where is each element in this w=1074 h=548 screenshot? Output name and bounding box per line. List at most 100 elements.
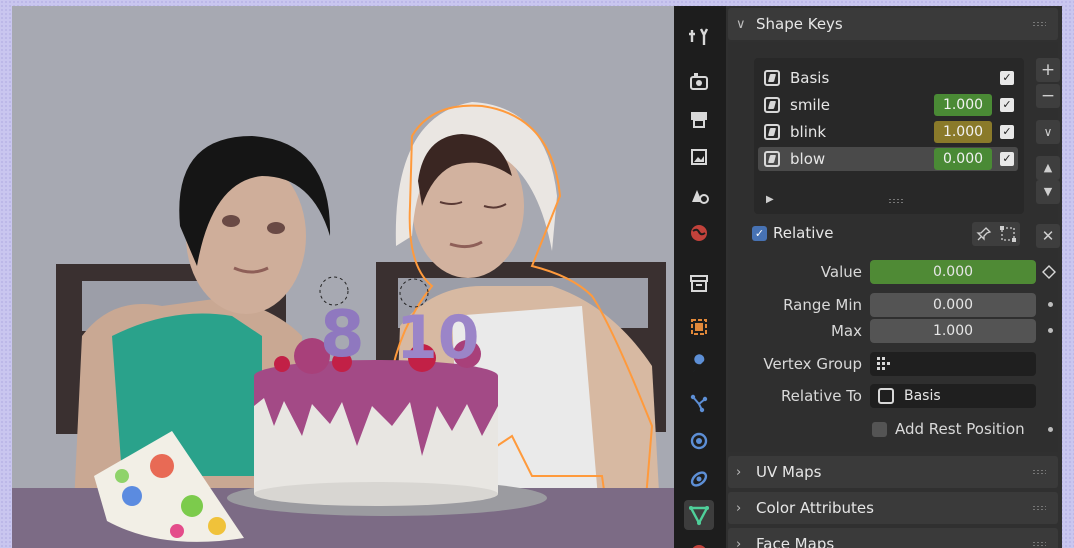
add-shape-key-button[interactable]: + [1036, 58, 1060, 82]
face-maps-header[interactable]: › Face Maps [728, 528, 1058, 548]
wrench-icon [693, 354, 705, 372]
viewport-render: 8 10 [12, 6, 674, 548]
relative-checkbox[interactable]: ✓ [752, 225, 767, 241]
shape-key-icon [878, 388, 894, 404]
chevron-right-icon: › [736, 500, 742, 516]
drag-grip-icon[interactable] [1032, 469, 1046, 475]
relative-toggle[interactable]: ✓ Relative [752, 224, 834, 242]
add-rest-position-checkbox[interactable] [872, 421, 887, 437]
collection-icon [690, 275, 708, 292]
uv-maps-title: UV Maps [756, 463, 822, 481]
render-icon [690, 73, 708, 90]
particles-tab[interactable] [684, 388, 714, 418]
relative-label: Relative [773, 224, 834, 242]
physics-icon [690, 432, 708, 450]
relative-to-field[interactable]: Basis [870, 384, 1036, 408]
modifier-tab[interactable] [684, 350, 714, 380]
clear-shape-key-button[interactable]: ✕ [1036, 224, 1060, 248]
output-tab[interactable] [684, 104, 714, 134]
shape-key-value[interactable]: 1.000 [934, 94, 992, 116]
shape-key-mute-checkbox[interactable]: ✓ [1000, 125, 1014, 139]
material-tab[interactable] [684, 538, 714, 548]
edit-mode-toggles [972, 222, 1020, 246]
material-icon [692, 545, 706, 548]
drag-grip-icon[interactable] [1032, 541, 1046, 547]
scene-icon [692, 190, 709, 204]
shape-key-row[interactable]: smile 1.000 ✓ [758, 93, 1018, 117]
shape-key-row-active[interactable]: blow 0.000 ✓ [758, 147, 1018, 171]
shape-key-icon [764, 151, 780, 167]
color-attributes-title: Color Attributes [756, 499, 874, 517]
value-field[interactable]: 0.000 [870, 260, 1036, 284]
color-attributes-header[interactable]: › Color Attributes [728, 492, 1058, 524]
animate-dot-icon[interactable] [1048, 302, 1053, 307]
shape-key-list[interactable]: Basis ✓ smile 1.000 ✓ blink 1.000 ✓ blow… [754, 58, 1024, 214]
value-label: Value [820, 263, 862, 281]
max-field[interactable]: 1.000 [870, 319, 1036, 343]
data-tab[interactable] [684, 500, 714, 530]
physics-tab[interactable] [684, 426, 714, 456]
collection-tab[interactable] [684, 268, 714, 298]
3d-viewport[interactable]: 8 10 [12, 6, 674, 548]
constraints-tab[interactable] [684, 464, 714, 494]
object-tab[interactable] [684, 312, 714, 342]
edit-mode-icon[interactable] [999, 225, 1017, 243]
remove-shape-key-button[interactable]: − [1036, 84, 1060, 108]
animate-dot-icon[interactable] [1048, 427, 1053, 432]
move-down-button[interactable]: ▼ [1036, 180, 1060, 204]
pin-icon[interactable] [975, 226, 992, 242]
shape-key-row[interactable]: Basis ✓ [758, 66, 1018, 90]
range-min-field[interactable]: 0.000 [870, 293, 1036, 317]
keyframe-diamond-icon[interactable] [1042, 265, 1056, 279]
girl-left-top [112, 313, 262, 476]
cake-number-8: 8 [320, 298, 365, 372]
drag-grip-icon[interactable] [1032, 505, 1046, 511]
render-tab[interactable] [684, 66, 714, 96]
relative-to-value: Basis [904, 388, 941, 404]
list-resize-grip[interactable] [888, 198, 904, 204]
output-icon [691, 112, 707, 128]
object-icon [691, 319, 707, 335]
shape-key-icon [764, 97, 780, 113]
properties-panel: ∨ Shape Keys Basis ✓ smile 1.000 ✓ blink… [726, 6, 1062, 548]
constraint-icon [690, 471, 708, 487]
shape-key-row[interactable]: blink 1.000 ✓ [758, 120, 1018, 144]
max-label: Max [830, 322, 862, 340]
shape-key-name: Basis [790, 69, 830, 87]
cake-number-10: 10 [396, 303, 480, 373]
specials-menu-button[interactable]: ∨ [1036, 120, 1060, 144]
particles-icon [690, 394, 708, 413]
tool-tab[interactable] [684, 22, 714, 52]
properties-tabs [674, 6, 726, 548]
tool-icon [689, 28, 709, 45]
uv-maps-header[interactable]: › UV Maps [728, 456, 1058, 488]
scene-tab[interactable] [684, 180, 714, 210]
chevron-right-icon: › [736, 464, 742, 480]
add-rest-position-label: Add Rest Position [895, 420, 1025, 438]
world-tab[interactable] [684, 218, 714, 248]
view-layer-icon [691, 149, 707, 165]
chevron-right-icon: › [736, 536, 742, 548]
add-rest-position-toggle[interactable]: Add Rest Position [872, 420, 1025, 438]
shape-key-mute-checkbox[interactable]: ✓ [1000, 71, 1014, 85]
drag-grip-icon[interactable] [1032, 21, 1046, 27]
vertex-group-label: Vertex Group [763, 355, 862, 373]
animate-dot-icon[interactable] [1048, 328, 1053, 333]
shape-key-icon [764, 70, 780, 86]
world-icon [691, 225, 707, 241]
blender-window: 8 10 ∨ Shape Keys Basis ✓ smile 1.000 ✓ … [12, 6, 1062, 548]
shape-key-value[interactable]: 0.000 [934, 148, 992, 170]
chevron-down-icon: ∨ [736, 16, 746, 32]
shape-key-mute-checkbox[interactable]: ✓ [1000, 98, 1014, 112]
mesh-data-icon [689, 506, 709, 526]
shape-key-mute-checkbox[interactable]: ✓ [1000, 152, 1014, 166]
shape-keys-header[interactable]: ∨ Shape Keys [728, 8, 1058, 40]
view-layer-tab[interactable] [684, 142, 714, 172]
shape-key-value[interactable]: 1.000 [934, 121, 992, 143]
vertex-group-icon [877, 357, 890, 370]
list-expand-icon[interactable]: ▶ [766, 194, 774, 205]
vertex-group-field[interactable] [870, 352, 1036, 376]
move-up-button[interactable]: ▲ [1036, 156, 1060, 180]
relative-to-label: Relative To [780, 387, 862, 405]
shape-key-icon [764, 124, 780, 140]
